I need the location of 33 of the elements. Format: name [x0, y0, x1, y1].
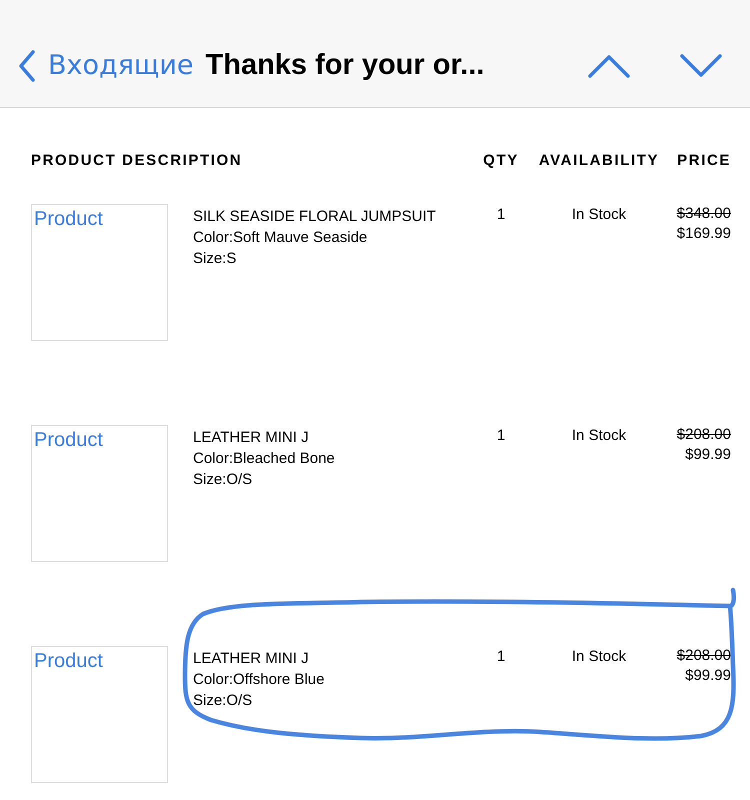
product-name: LEATHER MINI J: [193, 649, 310, 669]
broken-image: Product: [31, 425, 168, 562]
broken-image: Product: [31, 204, 168, 341]
chevron-up-icon[interactable]: [588, 54, 630, 78]
sale-price: $99.99: [685, 445, 731, 465]
column-header: AVAILABILITY: [538, 152, 660, 169]
product-color: Color:Offshore Blue: [193, 670, 326, 690]
product-size: Size:O/S: [193, 691, 254, 711]
product-size: Size:O/S: [193, 470, 254, 490]
product-name: LEATHER MINI J: [193, 428, 310, 448]
availability: In Stock: [570, 426, 628, 446]
message-title: Thanks for your or...: [206, 49, 484, 82]
availability: In Stock: [570, 205, 628, 225]
original-price: $208.00: [676, 646, 731, 666]
original-price: $208.00: [676, 425, 731, 445]
sale-price: $99.99: [685, 666, 731, 686]
chevron-down-icon[interactable]: [680, 54, 722, 78]
chevron-left-icon: [18, 48, 36, 82]
product-size: Size:S: [193, 249, 238, 269]
availability: In Stock: [570, 647, 628, 667]
product-name: SILK SEASIDE FLORAL JUMPSUIT: [193, 207, 437, 227]
product-color: Color:Bleached Bone: [193, 449, 336, 469]
column-header: QTY: [482, 152, 520, 169]
column-header: PRODUCT DESCRIPTION: [31, 152, 244, 169]
broken-image: Product: [31, 646, 168, 783]
column-header: PRICE: [676, 152, 731, 169]
sale-price: $169.99: [676, 224, 731, 244]
back-button[interactable]: Входящие: [18, 48, 194, 82]
quantity: 1: [496, 426, 506, 446]
original-price: $348.00: [676, 204, 731, 224]
product-color: Color:Soft Mauve Seaside: [193, 228, 368, 248]
quantity: 1: [496, 647, 506, 667]
quantity: 1: [496, 205, 506, 225]
